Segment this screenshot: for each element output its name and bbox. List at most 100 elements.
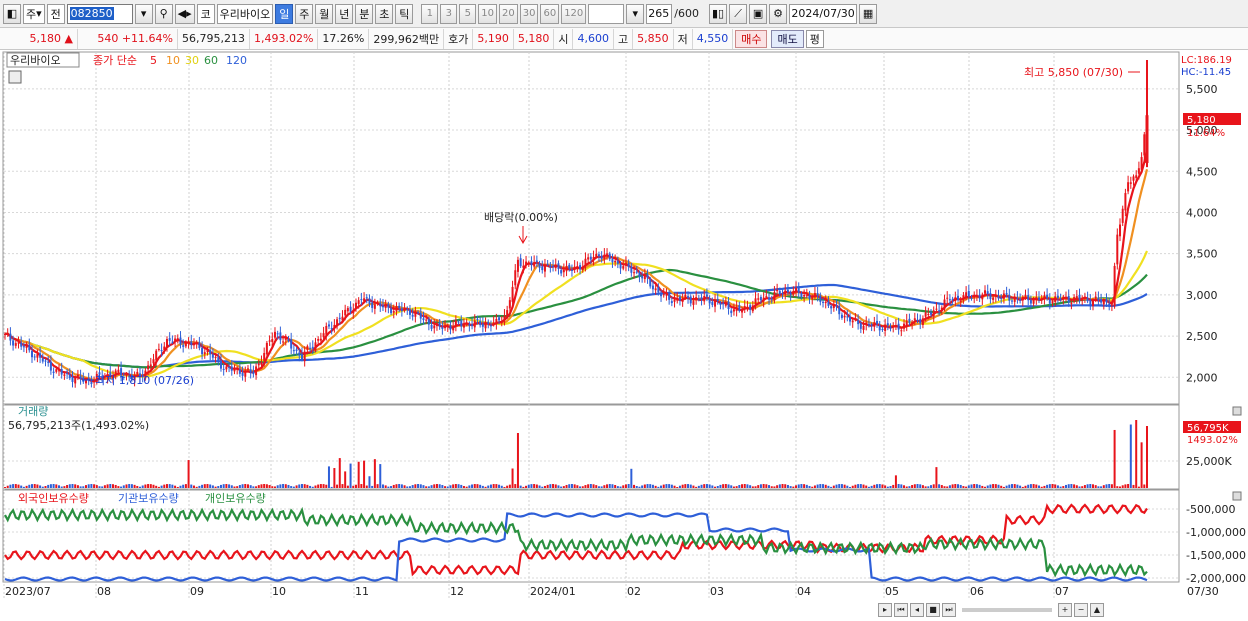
stop-icon[interactable]: ■ (926, 602, 940, 617)
candle-body (430, 325, 433, 329)
holdings-tick-label: -1,500,000 (1186, 549, 1246, 562)
candle-body (743, 306, 746, 309)
market-select[interactable]: 주 ▾ (23, 3, 45, 24)
high-label: 고 (614, 28, 634, 49)
volume-bar (638, 486, 641, 488)
candle-body (165, 339, 168, 348)
stock-name[interactable]: 우리바이오 (216, 3, 274, 24)
code-dropdown-icon[interactable]: ▾ (134, 3, 153, 24)
volume-bar (1100, 486, 1103, 488)
candle-body (1129, 182, 1132, 184)
candle-body (892, 325, 895, 327)
interval-120[interactable]: 120 (561, 3, 587, 24)
interval-60[interactable]: 60 (540, 3, 560, 24)
candle-body (908, 318, 911, 323)
volume-bar (128, 484, 131, 488)
volume-bar (957, 484, 960, 488)
interval-1[interactable]: 1 (421, 3, 439, 24)
calculator-icon[interactable] (8, 70, 22, 84)
stock-prefix[interactable]: 코 (196, 3, 215, 24)
volume-close-icon[interactable] (1232, 406, 1242, 416)
scroll-first-icon[interactable]: ⏮ (894, 602, 908, 617)
period-minute[interactable]: 분 (355, 3, 374, 24)
volume-bar (17, 484, 20, 488)
volume-bar (322, 484, 325, 488)
candle-body (946, 297, 949, 299)
candle-body (994, 295, 997, 297)
candle-body (284, 337, 287, 340)
volume-bar (452, 484, 455, 488)
volume-bar (762, 484, 765, 488)
candle-body (1000, 297, 1003, 299)
zoom-out-icon[interactable]: − (1074, 602, 1088, 617)
candle-body (147, 365, 150, 370)
period-month[interactable]: 월 (315, 3, 334, 24)
scroll-last-icon[interactable]: ⏭ (942, 602, 956, 617)
buy-button[interactable]: 매수 (735, 29, 768, 48)
volume-bar (743, 484, 746, 488)
count-input[interactable]: 265 (646, 3, 673, 24)
period-week[interactable]: 주 (295, 3, 314, 24)
stock-code-input[interactable]: 082850 (66, 3, 133, 24)
fullscreen-icon[interactable]: ▲ (1090, 602, 1104, 617)
flat-button[interactable]: 평 (805, 29, 824, 48)
date-input[interactable]: 2024/07/30 (789, 3, 858, 24)
scroll-right-icon[interactable]: ▸ (878, 602, 892, 617)
period-second[interactable]: 초 (375, 3, 394, 24)
candle-body (352, 309, 355, 314)
period-day[interactable]: 일 (275, 3, 294, 24)
interval-dropdown-icon[interactable]: ▾ (626, 3, 645, 24)
volume-bar (30, 484, 33, 488)
turnover-pct: 17.26% (318, 28, 370, 49)
play-back-icon[interactable]: ◂ (910, 602, 924, 617)
search-icon[interactable]: ⚲ (154, 3, 173, 24)
candle-body (957, 295, 960, 301)
prefix-button[interactable]: 전 (46, 3, 65, 24)
volume-bar (611, 484, 614, 488)
chart-menu-icon[interactable]: ◧ (3, 3, 21, 24)
candle-body (1124, 193, 1127, 211)
volume-bar (219, 484, 222, 488)
volume-bar (422, 485, 425, 488)
pct-tag-text: 11.64% (1187, 128, 1225, 139)
save-icon[interactable]: ▣ (749, 3, 768, 24)
interval-10[interactable]: 10 (478, 3, 497, 24)
interval-30[interactable]: 30 (519, 3, 539, 24)
interval-custom-input[interactable] (588, 3, 625, 24)
volume-bar (228, 484, 231, 488)
candle-body (662, 294, 665, 296)
gear-icon[interactable]: ⚙ (769, 3, 788, 24)
stock-chart[interactable]: 5,5005,0004,5004,0003,5003,0002,5002,000… (0, 50, 1248, 600)
zoom-in-icon[interactable]: + (1058, 602, 1072, 617)
volume-bar (165, 484, 168, 488)
candle-body (997, 296, 1000, 299)
candle-body (525, 261, 528, 265)
candle-body (595, 253, 598, 257)
interval-3[interactable]: 3 (440, 3, 458, 24)
volume-bar (236, 486, 239, 488)
period-year[interactable]: 년 (335, 3, 354, 24)
line-tool-icon[interactable]: ⟋ (729, 3, 748, 24)
interval-5[interactable]: 5 (459, 3, 477, 24)
volume-bar (595, 485, 598, 488)
holdings-close-icon[interactable] (1232, 491, 1242, 501)
candle-body (965, 292, 968, 297)
candle-body (630, 266, 633, 273)
zoom-slider[interactable] (962, 607, 1052, 612)
volume-bar (214, 486, 217, 488)
interval-20[interactable]: 20 (498, 3, 518, 24)
volume-tag-text: 56,795K (1187, 423, 1229, 434)
volume-bar (789, 486, 792, 488)
volume-bar (138, 486, 141, 488)
period-tick[interactable]: 틱 (395, 3, 414, 24)
volume-bar (822, 484, 825, 488)
volume-bar (98, 486, 101, 488)
candle-body (479, 320, 482, 326)
volume-bar (597, 486, 600, 488)
candle-type-icon[interactable]: ▮▯ (708, 3, 728, 24)
volume-bar (74, 484, 77, 488)
sell-button[interactable]: 매도 (771, 29, 804, 48)
speaker-icon[interactable]: ◀▸ (174, 3, 195, 24)
calendar-icon[interactable]: ▦ (859, 3, 878, 24)
volume-bar (1127, 484, 1130, 488)
